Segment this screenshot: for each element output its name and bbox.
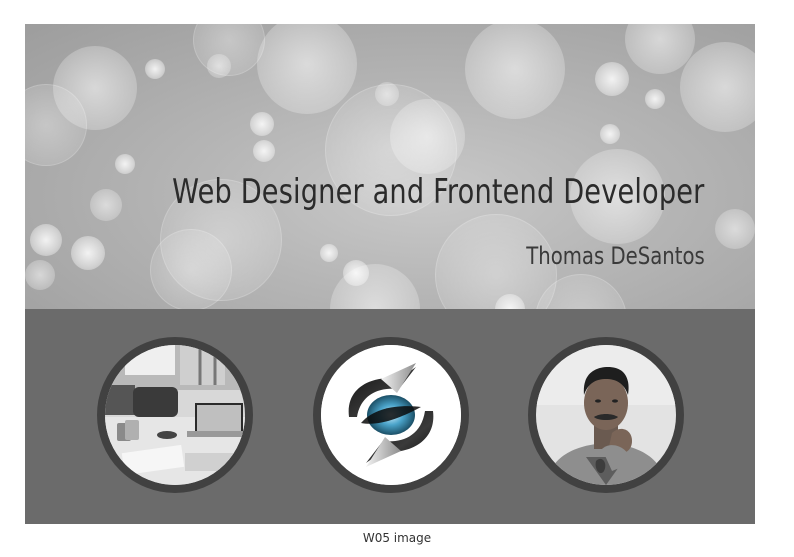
bokeh-light <box>90 189 122 221</box>
office-desk-photo <box>97 337 253 493</box>
office-desk-illustration <box>105 345 245 485</box>
bokeh-light <box>465 24 565 119</box>
bokeh-light <box>600 124 620 144</box>
s-logo <box>313 337 469 493</box>
page-title: Web Designer and Frontend Developer <box>172 172 705 212</box>
author-name: Thomas DeSantos <box>526 242 705 270</box>
person-portrait-photo <box>528 337 684 493</box>
bokeh-light <box>390 99 465 174</box>
person-portrait-illustration <box>536 345 676 485</box>
hero-banner: Web Designer and Frontend Developer Thom… <box>25 24 755 309</box>
bokeh-light <box>250 112 274 136</box>
bokeh-light <box>257 24 357 114</box>
bokeh-light <box>715 209 755 249</box>
bokeh-light <box>595 62 629 96</box>
s-logo-icon <box>321 345 461 485</box>
bokeh-light <box>680 42 755 132</box>
bokeh-light <box>30 224 62 256</box>
bokeh-light <box>71 236 105 270</box>
bokeh-light <box>320 244 338 262</box>
bokeh-light <box>25 260 55 290</box>
bokeh-light <box>145 59 165 79</box>
bokeh-light <box>253 140 275 162</box>
thumbnail-strip <box>25 309 755 524</box>
image-caption: W05 image <box>362 531 432 545</box>
bokeh-light <box>150 229 232 309</box>
bokeh-light <box>193 24 265 76</box>
bokeh-light <box>115 154 135 174</box>
bokeh-light <box>645 89 665 109</box>
